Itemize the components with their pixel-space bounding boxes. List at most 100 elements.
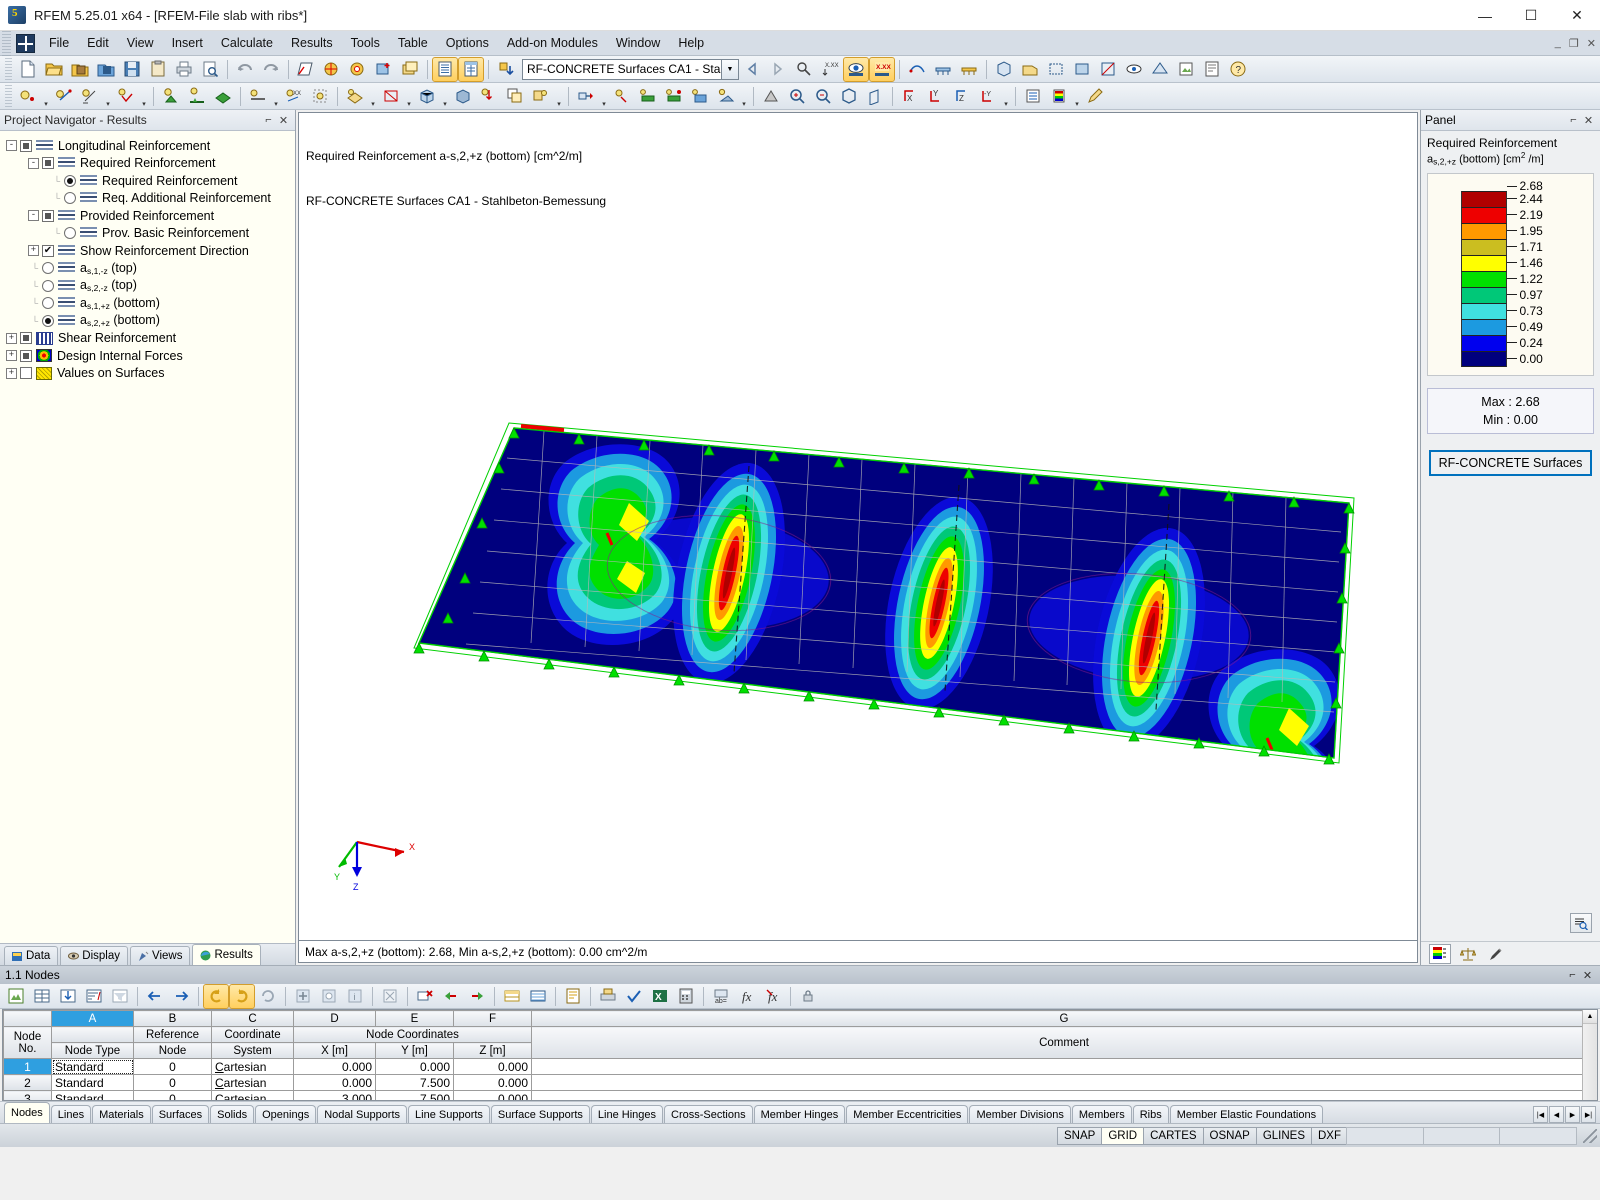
line-set-2-icon[interactable] [662, 85, 686, 108]
new-node-icon[interactable] [16, 85, 40, 108]
menu-item-view[interactable]: View [118, 33, 163, 53]
tree-expander-collapse-icon[interactable]: - [6, 140, 17, 152]
view-in-x-icon[interactable]: X [898, 85, 922, 108]
checkbox-partial[interactable] [42, 209, 54, 222]
print-preview-icon[interactable] [198, 58, 222, 81]
result-values-icon[interactable] [792, 58, 816, 81]
toolbar-grip[interactable] [5, 58, 12, 80]
cell-reference-node[interactable]: 0 [133, 1058, 212, 1075]
zoom-target-icon[interactable] [346, 58, 370, 81]
status-toggle-snap[interactable]: SNAP [1057, 1126, 1103, 1145]
line-set-icon[interactable] [636, 85, 660, 108]
radio-button[interactable] [42, 297, 54, 310]
chevron-down-icon[interactable]: ▾ [554, 85, 564, 108]
table-rename-icon[interactable]: ab= [709, 985, 733, 1008]
open-blue-icon[interactable] [94, 58, 118, 81]
node-snap-icon[interactable] [610, 85, 634, 108]
table-tab-cross-sections[interactable]: Cross-Sections [664, 1105, 753, 1123]
table-prev-icon[interactable] [143, 985, 167, 1008]
chevron-down-icon[interactable]: ▾ [1001, 85, 1011, 108]
menu-item-insert[interactable]: Insert [163, 33, 212, 53]
checkbox-partial[interactable] [20, 349, 32, 362]
new-nodal-support-icon[interactable] [159, 85, 183, 108]
deformation-icon[interactable] [905, 58, 929, 81]
navigator-tab-views[interactable]: Views [130, 946, 191, 965]
table-tab-surfaces[interactable]: Surfaces [151, 1105, 210, 1123]
loads-display-icon[interactable] [1021, 85, 1045, 108]
section-view-icon[interactable] [1096, 58, 1120, 81]
table-row[interactable]: 2 Standard 0 Cartesian 0.000 7.500 0.000 [3, 1074, 1597, 1091]
show-table-icon[interactable] [432, 56, 458, 82]
row-number[interactable]: 2 [3, 1074, 52, 1091]
tree-expander-collapse-icon[interactable]: - [28, 210, 39, 222]
cell-comment[interactable] [531, 1058, 1597, 1075]
open-project-icon[interactable] [68, 58, 92, 81]
redo-icon[interactable] [259, 58, 283, 81]
cell-node-type[interactable]: Standard [51, 1090, 134, 1100]
select-node-icon[interactable] [320, 58, 344, 81]
view-in-y-icon[interactable]: Y [924, 85, 948, 108]
cell-coordinate-system[interactable]: Cartesian [211, 1074, 294, 1091]
table-tab-materials[interactable]: Materials [92, 1105, 151, 1123]
table-function-icon[interactable]: fx [735, 985, 759, 1008]
status-toggle-glines[interactable]: GLINES [1255, 1126, 1312, 1145]
mdi-close-button[interactable]: ✕ [1587, 37, 1596, 50]
previous-case-icon[interactable] [740, 58, 764, 81]
solid-view-icon[interactable] [1070, 58, 1094, 81]
minimize-button[interactable]: — [1462, 0, 1508, 31]
new-window-icon[interactable] [398, 58, 422, 81]
table-calculator-icon[interactable] [674, 985, 698, 1008]
surface-set-icon[interactable] [688, 85, 712, 108]
table-clear-icon[interactable] [378, 985, 402, 1008]
perspective-icon[interactable] [863, 85, 887, 108]
close-icon[interactable]: ✕ [1581, 114, 1596, 127]
pen-results-icon[interactable] [1083, 85, 1107, 108]
color-results-icon[interactable] [1047, 85, 1071, 108]
member-set-2-icon[interactable] [714, 85, 738, 108]
cell-x[interactable]: 0.000 [293, 1074, 376, 1091]
new-file-icon[interactable] [16, 58, 40, 81]
magnifier-icon[interactable] [1570, 913, 1592, 933]
render-model-icon[interactable] [992, 58, 1016, 81]
table-tab-nodal-supports[interactable]: Nodal Supports [317, 1105, 408, 1123]
column-letter-F[interactable]: F [453, 1010, 532, 1027]
duplicate-icon[interactable] [529, 85, 553, 108]
tree-item[interactable]: └ as,2,+z (bottom) [6, 312, 295, 330]
new-line-support-icon[interactable] [185, 85, 209, 108]
solid-body-icon[interactable] [451, 85, 475, 108]
column-letter-D[interactable]: D [293, 1010, 376, 1027]
chevron-down-icon[interactable]: ▾ [404, 85, 414, 108]
table-info-icon[interactable]: i [343, 985, 367, 1008]
tree-item[interactable]: └ as,1,-z (top) [6, 260, 295, 278]
table-add-icon[interactable] [291, 985, 315, 1008]
chevron-down-icon[interactable]: ▾ [739, 85, 749, 108]
chevron-down-icon[interactable]: ▾ [368, 85, 378, 108]
menu-item-edit[interactable]: Edit [78, 33, 118, 53]
close-icon[interactable]: ✕ [276, 114, 291, 127]
show-result-values-icon[interactable]: X.XX [869, 56, 895, 82]
menu-item-calculate[interactable]: Calculate [212, 33, 282, 53]
table-tab-openings[interactable]: Openings [255, 1105, 317, 1123]
tab-last-button[interactable]: ▶| [1581, 1106, 1596, 1123]
tree-item[interactable]: - Required Reinforcement [6, 155, 295, 173]
rf-concrete-surfaces-button[interactable]: RF-CONCRETE Surfaces [1429, 449, 1592, 476]
save-icon[interactable] [120, 58, 144, 81]
menu-item-help[interactable]: Help [669, 33, 713, 53]
close-icon[interactable]: ✕ [1580, 969, 1595, 982]
clipboard-icon[interactable] [146, 58, 170, 81]
status-toggle-cartes[interactable]: CARTES [1143, 1126, 1204, 1145]
tree-expander-expand-icon[interactable]: + [6, 332, 17, 344]
cell-comment[interactable] [531, 1090, 1597, 1100]
table-delete-function-icon[interactable]: fx [761, 985, 785, 1008]
mdi-minimize-button[interactable]: _ [1555, 37, 1561, 50]
cell-coordinate-system[interactable]: Cartesian [211, 1058, 294, 1075]
pen-icon[interactable] [1485, 944, 1507, 964]
color-legend[interactable]: 2.68 2.44 2.19 1.95 1.71 1.46 1.22 0.97 0.73 0.49… [1427, 172, 1594, 376]
pin-icon[interactable]: ⌐ [261, 114, 276, 126]
chevron-down-icon[interactable]: ▾ [139, 85, 149, 108]
table-columns-icon[interactable] [500, 985, 524, 1008]
print-icon[interactable] [172, 58, 196, 81]
view-in-neg-y-icon[interactable]: -Y [976, 85, 1000, 108]
new-polyline-icon[interactable] [114, 85, 138, 108]
load-results-icon[interactable] [494, 58, 518, 81]
